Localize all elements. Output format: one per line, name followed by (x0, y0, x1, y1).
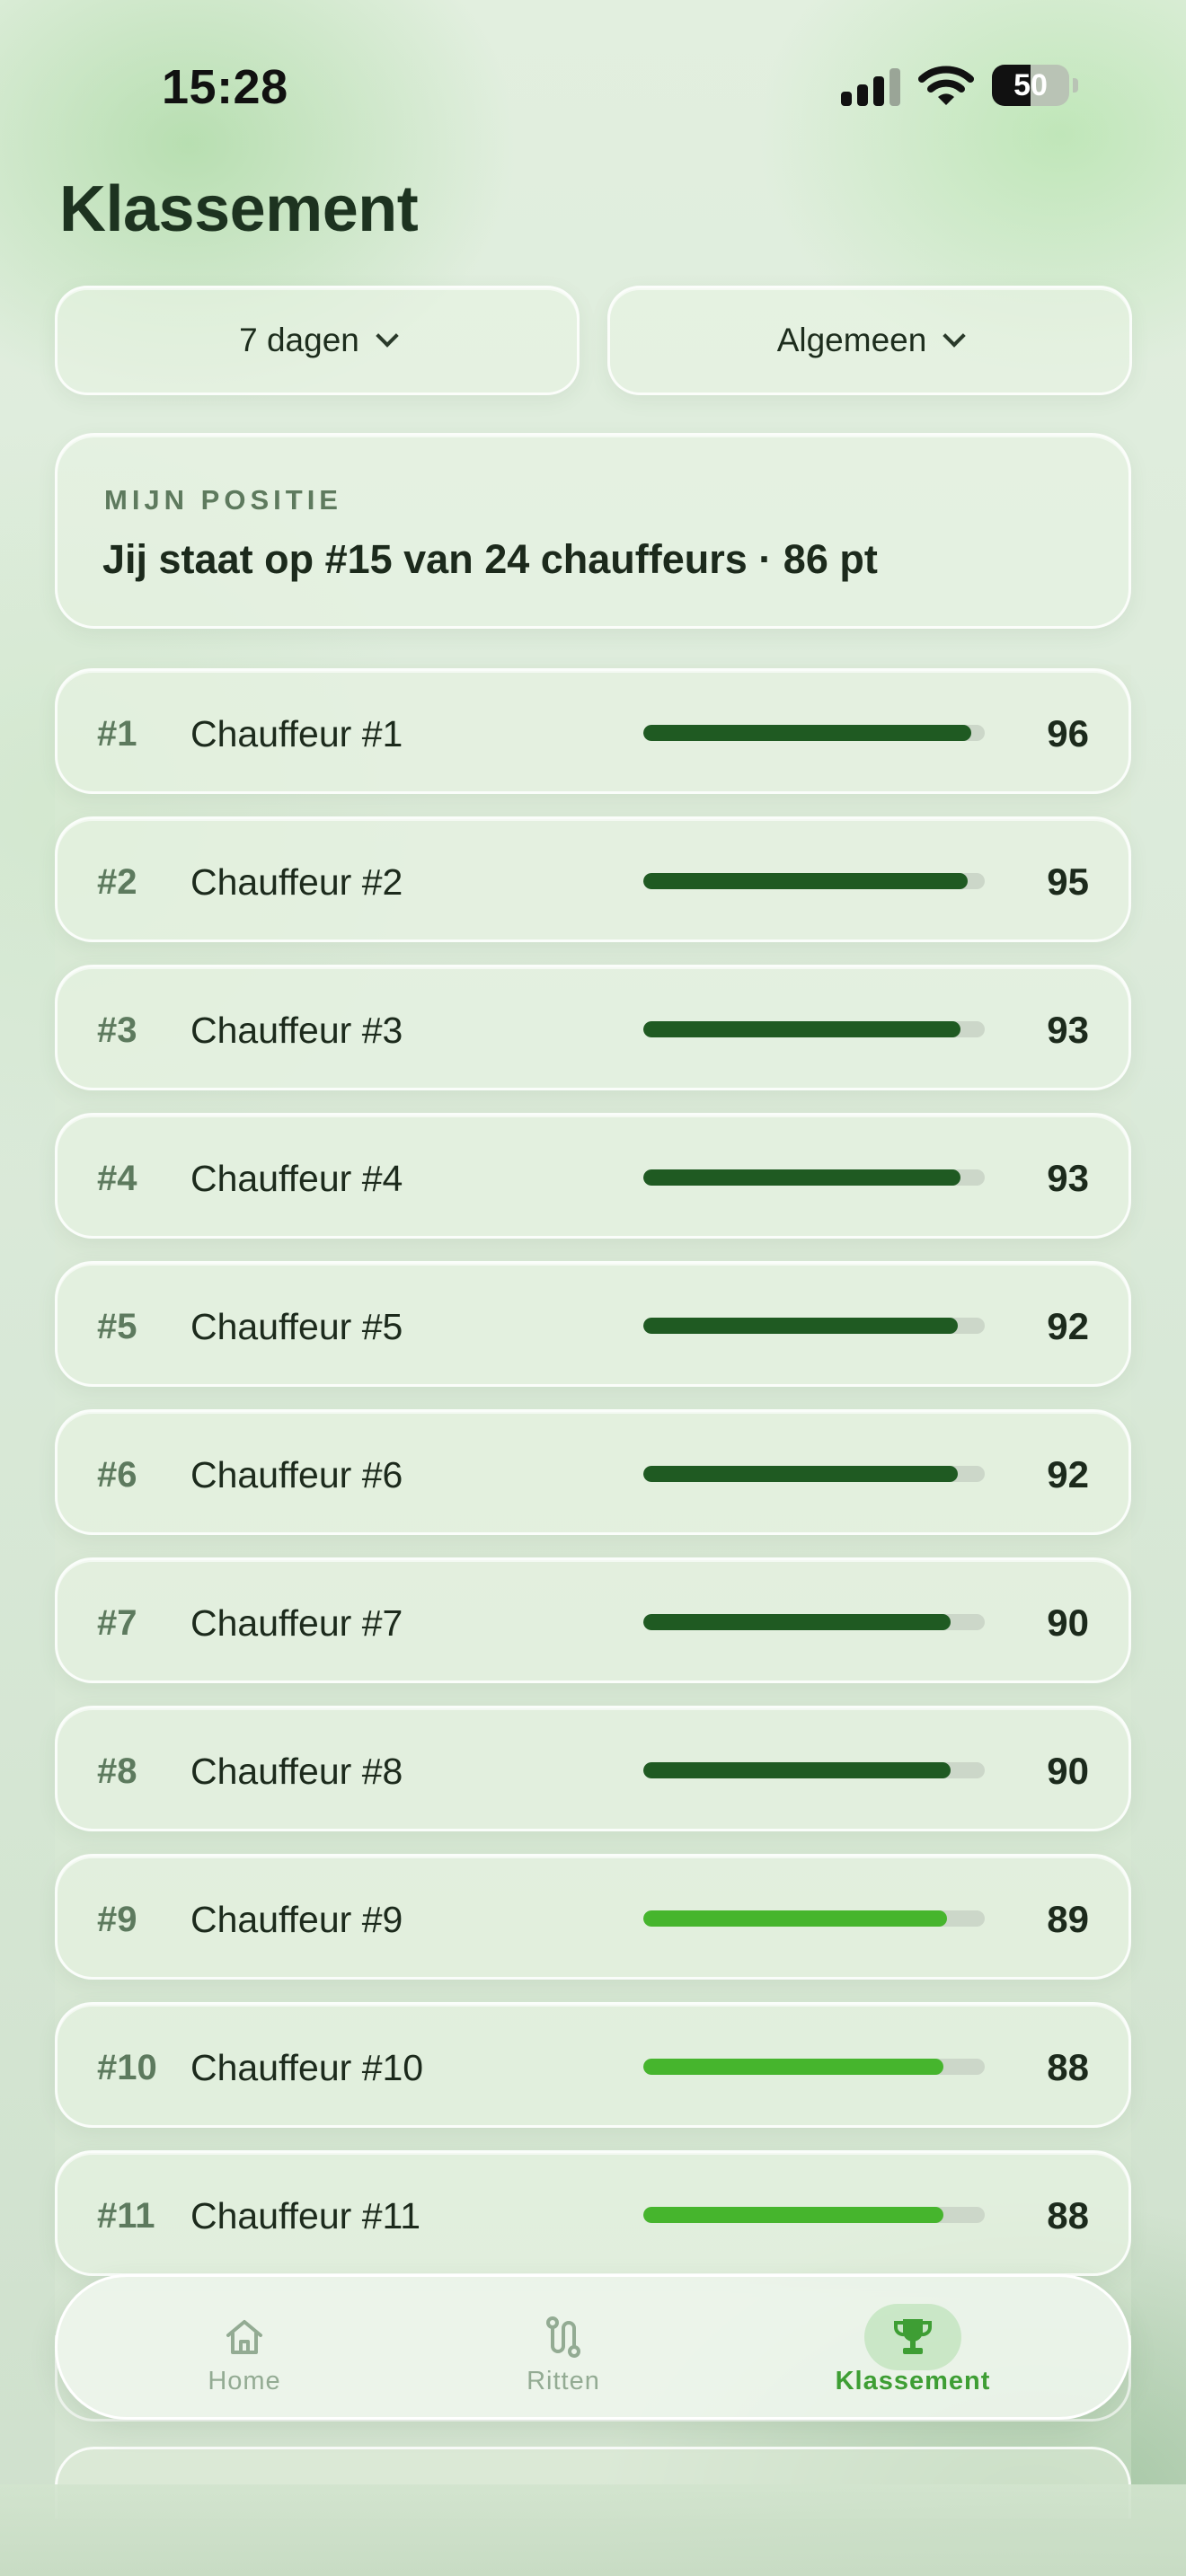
row-rank: #6 (97, 1455, 137, 1495)
my-position-card: MIJN POSITIE Jij staat op #15 van 24 cha… (55, 433, 1131, 629)
score-progress-fill (643, 1466, 958, 1482)
chevron-down-icon (943, 324, 967, 348)
chevron-down-icon (376, 324, 399, 348)
row-driver-name: Chauffeur #7 (190, 1602, 403, 1644)
home-icon (196, 2304, 293, 2370)
battery-icon: 50 (992, 65, 1078, 106)
score-progress-fill (643, 1021, 960, 1037)
wifi-icon (918, 63, 974, 108)
row-rank: #10 (97, 2048, 157, 2087)
row-rank: #2 (97, 862, 137, 902)
score-progress-fill (643, 1169, 960, 1186)
leaderboard-row[interactable]: #5 Chauffeur #5 92 (55, 1261, 1131, 1387)
row-score: 96 (1047, 712, 1089, 754)
score-progress-track (643, 1318, 985, 1334)
tab-home[interactable]: Home (110, 2277, 379, 2422)
leaderboard-row[interactable]: #9 Chauffeur #9 89 (55, 1854, 1131, 1980)
leaderboard-row[interactable]: #10 Chauffeur #10 88 (55, 2002, 1131, 2128)
row-driver-name: Chauffeur #10 (190, 2047, 424, 2088)
row-score: 93 (1047, 1009, 1089, 1051)
score-progress-track (643, 1466, 985, 1482)
status-time: 15:28 (162, 60, 288, 114)
bottom-fade (0, 2484, 1186, 2576)
row-driver-name: Chauffeur #5 (190, 1306, 403, 1347)
row-driver-name: Chauffeur #1 (190, 713, 403, 754)
row-score: 89 (1047, 1898, 1089, 1940)
score-progress-track (643, 2207, 985, 2223)
period-filter-dropdown[interactable]: 7 dagen (55, 286, 580, 395)
page-title: Klassement (59, 173, 419, 245)
score-progress-fill (643, 2207, 943, 2223)
score-progress-track (643, 873, 985, 889)
score-progress-fill (643, 725, 971, 741)
tab-bar: Home Ritten Klassement (55, 2274, 1131, 2420)
leaderboard-row[interactable]: #8 Chauffeur #8 90 (55, 1706, 1131, 1831)
score-progress-fill (643, 1910, 947, 1927)
score-progress-fill (643, 2059, 943, 2075)
row-rank: #9 (97, 1900, 137, 1939)
row-rank: #1 (97, 714, 137, 754)
row-score: 95 (1047, 860, 1089, 903)
row-driver-name: Chauffeur #9 (190, 1899, 403, 1940)
route-icon (515, 2304, 612, 2370)
score-progress-track (643, 725, 985, 741)
row-rank: #5 (97, 1307, 137, 1346)
score-progress-track (643, 1169, 985, 1186)
leaderboard-row[interactable]: #1 Chauffeur #1 96 (55, 668, 1131, 794)
row-rank: #8 (97, 1751, 137, 1791)
row-score: 90 (1047, 1750, 1089, 1792)
row-rank: #3 (97, 1010, 137, 1050)
tab-home-label: Home (208, 2367, 281, 2395)
row-rank: #7 (97, 1603, 137, 1643)
score-progress-track (643, 1762, 985, 1778)
row-score: 90 (1047, 1601, 1089, 1644)
score-progress-track (643, 1021, 985, 1037)
row-score: 92 (1047, 1305, 1089, 1347)
battery-level: 50 (1013, 68, 1048, 102)
row-score: 88 (1047, 2194, 1089, 2236)
status-bar: 15:28 50 (0, 0, 1186, 171)
trophy-icon (864, 2304, 961, 2370)
tab-ritten[interactable]: Ritten (429, 2277, 698, 2422)
category-filter-label: Algemeen (776, 322, 927, 358)
row-score: 92 (1047, 1453, 1089, 1495)
score-progress-fill (643, 1318, 958, 1334)
leaderboard-row[interactable]: #2 Chauffeur #2 95 (55, 816, 1131, 942)
row-driver-name: Chauffeur #3 (190, 1010, 403, 1051)
row-score: 93 (1047, 1157, 1089, 1199)
category-filter-dropdown[interactable]: Algemeen (607, 286, 1132, 395)
score-progress-track (643, 1910, 985, 1927)
leaderboard-row[interactable]: #4 Chauffeur #4 93 (55, 1113, 1131, 1239)
my-position-label: MIJN POSITIE (104, 484, 342, 516)
row-driver-name: Chauffeur #2 (190, 861, 403, 903)
leaderboard-row[interactable]: #7 Chauffeur #7 90 (55, 1557, 1131, 1683)
score-progress-fill (643, 1614, 951, 1630)
row-score: 88 (1047, 2046, 1089, 2088)
leaderboard-row[interactable]: #6 Chauffeur #6 92 (55, 1409, 1131, 1535)
row-driver-name: Chauffeur #4 (190, 1158, 403, 1199)
score-progress-fill (643, 1762, 951, 1778)
row-rank: #4 (97, 1159, 137, 1198)
row-driver-name: Chauffeur #11 (190, 2195, 421, 2236)
leaderboard-row[interactable]: #11 Chauffeur #11 88 (55, 2150, 1131, 2276)
tab-klassement-label: Klassement (835, 2367, 991, 2395)
row-driver-name: Chauffeur #6 (190, 1454, 403, 1495)
leaderboard-row[interactable]: #3 Chauffeur #3 93 (55, 965, 1131, 1090)
tab-ritten-label: Ritten (527, 2367, 600, 2395)
my-position-text: Jij staat op #15 van 24 chauffeurs · 86 … (102, 536, 878, 582)
cellular-signal-icon (841, 68, 900, 106)
period-filter-label: 7 dagen (239, 322, 359, 358)
score-progress-fill (643, 873, 968, 889)
score-progress-track (643, 1614, 985, 1630)
row-rank: #11 (97, 2196, 155, 2236)
row-driver-name: Chauffeur #8 (190, 1751, 403, 1792)
score-progress-track (643, 2059, 985, 2075)
tab-klassement[interactable]: Klassement (778, 2277, 1048, 2422)
